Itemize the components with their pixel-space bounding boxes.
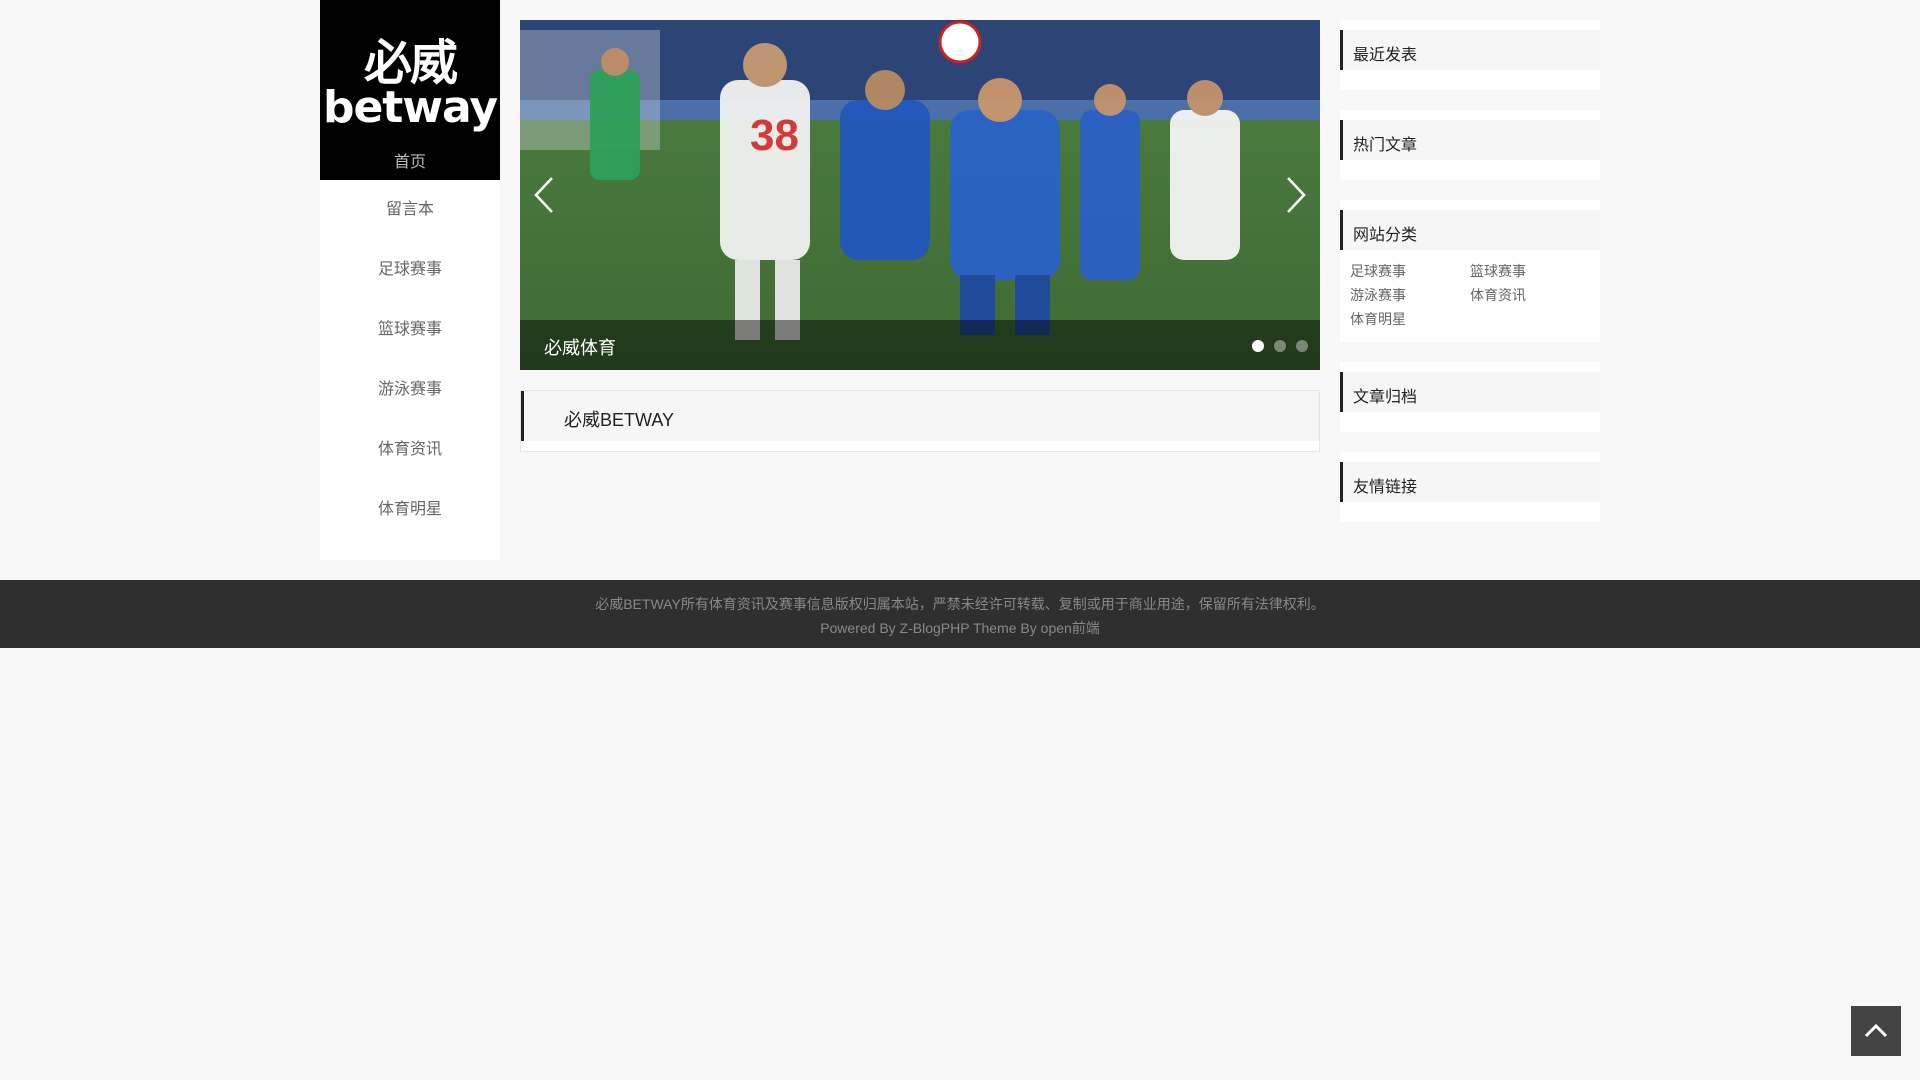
widget-title-links: 友情链接 <box>1353 479 1418 496</box>
footer: 必威BETWAY所有体育资讯及赛事信息版权归属本站，严禁未经许可转载、复制或用于… <box>0 580 1920 648</box>
widget-header: 热门文章 <box>1340 120 1600 160</box>
footer-copyright: 必威BETWAY所有体育资讯及赛事信息版权归属本站，严禁未经许可转载、复制或用于… <box>595 596 1325 612</box>
nav-home-link[interactable]: 首页 <box>320 148 500 172</box>
widget-body <box>1340 502 1600 522</box>
widget-hot-posts: 热门文章 <box>1340 110 1600 180</box>
category-link[interactable]: 篮球赛事 <box>1470 262 1590 280</box>
nav-item-football[interactable]: 足球赛事 <box>320 240 500 300</box>
logo-mark: 必威 betway <box>320 38 500 130</box>
widget-friend-links: 友情链接 <box>1340 452 1600 522</box>
widget-body <box>1340 160 1600 180</box>
category-list: 足球赛事 篮球赛事 游泳赛事 体育资讯 体育明星 <box>1340 250 1600 342</box>
chevron-up-icon <box>1864 1023 1888 1038</box>
nav-item-sports-stars[interactable]: 体育明星 <box>320 480 500 540</box>
nav-item-swimming[interactable]: 游泳赛事 <box>320 360 500 420</box>
category-link[interactable]: 足球赛事 <box>1350 262 1470 280</box>
widget-title-categories: 网站分类 <box>1353 227 1418 244</box>
site-title: 必威BETWAY <box>564 410 675 430</box>
left-nav: 必威 betway 首页 留言本 足球赛事 篮球赛事 游泳赛事 体育资讯 体育明… <box>320 0 500 560</box>
chevron-right-icon <box>1287 177 1306 213</box>
slide-image: 38 <box>520 20 1320 370</box>
slider-next-button[interactable] <box>1274 170 1314 220</box>
logo-en-text: betway <box>322 82 498 133</box>
slide-dot-2[interactable] <box>1274 340 1286 352</box>
widget-archives: 文章归档 <box>1340 362 1600 432</box>
widget-header: 文章归档 <box>1340 372 1600 412</box>
widget-categories: 网站分类 足球赛事 篮球赛事 游泳赛事 体育资讯 体育明星 <box>1340 200 1600 342</box>
slide-caption[interactable]: 必威体育 <box>544 334 616 360</box>
footer-powered-by[interactable]: Powered By Z-BlogPHP Theme By open前端 <box>0 618 1920 638</box>
slide-dots <box>1252 340 1308 352</box>
category-link[interactable]: 体育明星 <box>1350 310 1470 328</box>
widget-title-recent: 最近发表 <box>1353 47 1418 64</box>
widget-strip <box>1340 452 1600 462</box>
slide-caption-bar: 必威体育 <box>520 320 1320 370</box>
slide-dot-3[interactable] <box>1296 340 1308 352</box>
widget-body <box>1340 412 1600 432</box>
widget-strip <box>1340 200 1600 210</box>
category-link[interactable]: 游泳赛事 <box>1350 286 1470 304</box>
widget-strip <box>1340 362 1600 372</box>
widget-header: 网站分类 <box>1340 210 1600 250</box>
widget-recent-posts: 最近发表 <box>1340 20 1600 90</box>
widget-body <box>1340 70 1600 90</box>
logo[interactable]: 必威 betway 首页 <box>320 0 500 180</box>
widget-header: 最近发表 <box>1340 30 1600 70</box>
logo-cn-text: 必威 <box>363 35 458 91</box>
sidebar: 最近发表 热门文章 网站分类 足球赛事 篮球赛事 游泳赛事 体育资讯 体育明星 <box>1340 20 1600 542</box>
chevron-left-icon <box>534 177 553 213</box>
back-to-top-button[interactable] <box>1851 1006 1901 1056</box>
nav-item-basketball[interactable]: 篮球赛事 <box>320 300 500 360</box>
image-slider[interactable]: 38 必威体育 <box>520 20 1320 370</box>
nav-list: 留言本 足球赛事 篮球赛事 游泳赛事 体育资讯 体育明星 <box>320 180 500 540</box>
category-link[interactable]: 体育资讯 <box>1470 286 1590 304</box>
slide-dot-1[interactable] <box>1252 340 1264 352</box>
page: 必威 betway 首页 留言本 足球赛事 篮球赛事 游泳赛事 体育资讯 体育明… <box>0 0 1920 1080</box>
slider-prev-button[interactable] <box>526 170 566 220</box>
site-title-header: 必威BETWAY <box>521 391 1319 441</box>
site-title-box: 必威BETWAY <box>520 390 1320 452</box>
widget-strip <box>1340 20 1600 30</box>
widget-title-archives: 文章归档 <box>1353 389 1418 406</box>
nav-item-sports-news[interactable]: 体育资讯 <box>320 420 500 480</box>
widget-strip <box>1340 110 1600 120</box>
svg-text:38: 38 <box>750 111 799 160</box>
widget-title-hot: 热门文章 <box>1353 137 1418 154</box>
widget-header: 友情链接 <box>1340 462 1600 502</box>
nav-item-guestbook[interactable]: 留言本 <box>320 180 500 240</box>
